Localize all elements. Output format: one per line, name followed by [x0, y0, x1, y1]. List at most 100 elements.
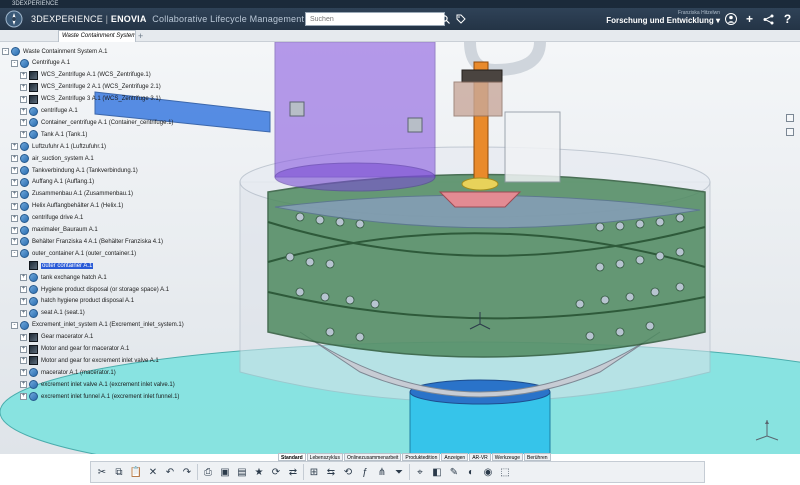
action-tab[interactable]: Berühren	[523, 453, 551, 461]
tree-node[interactable]: - Centrifuge A.1	[11, 58, 70, 69]
open-icon[interactable]: ▤	[235, 465, 249, 479]
tree-node[interactable]: + Auffang A.1 (Auffang.1)	[11, 177, 94, 188]
expand-toggle[interactable]: +	[20, 131, 27, 139]
expand-toggle[interactable]: +	[20, 381, 27, 389]
tree-node[interactable]: - outer_container A.1 (outer_container.1)	[11, 248, 136, 259]
expand-toggle[interactable]: +	[11, 202, 18, 210]
action-tab[interactable]: Werkzeuge	[491, 453, 523, 461]
expand-toggle[interactable]: +	[20, 107, 27, 115]
expand-toggle[interactable]: +	[11, 214, 18, 222]
tree-node[interactable]: + Hygiene product disposal (or storage sp…	[20, 284, 169, 295]
tree-node[interactable]: + tank exchange hatch A.1	[20, 272, 107, 283]
tree-node[interactable]: outer container A.1	[20, 260, 94, 271]
tree-node[interactable]: + Tankverbindung A.1 (Tankverbindung.1)	[11, 165, 138, 176]
expand-toggle[interactable]: +	[20, 369, 27, 377]
tree-node[interactable]: + Behälter Franziska 4 A.1 (Behälter Fran…	[11, 236, 163, 247]
expand-toggle[interactable]: +	[20, 83, 27, 91]
insert-icon[interactable]: ⊞	[307, 465, 321, 479]
compass-icon[interactable]	[3, 8, 25, 30]
tree-node[interactable]: + Zusammenbau A.1 (Zusammenbau.1)	[11, 189, 133, 200]
tree-node[interactable]: + maximaler_Bauraum A.1	[11, 225, 98, 236]
action-tab[interactable]: Standard	[278, 453, 306, 461]
tree-node[interactable]: + Motor and gear for excrement inlet valv…	[20, 355, 159, 366]
paint-icon[interactable]: ✎	[447, 465, 461, 479]
action-tab[interactable]: Anzeigen	[441, 453, 469, 461]
tree-node[interactable]: + Helix Auffangbehälter A.1 (Helix.1)	[11, 201, 123, 212]
sync-icon[interactable]: ⇄	[286, 465, 300, 479]
copy-icon[interactable]: ⧉	[112, 465, 126, 479]
add-icon[interactable]: +	[743, 11, 756, 27]
tree-node[interactable]: + macerator A.1 (macerator.1)	[20, 367, 116, 378]
update-icon[interactable]: ⟲	[341, 465, 355, 479]
expand-toggle[interactable]: +	[20, 393, 27, 401]
expand-toggle[interactable]: +	[20, 274, 27, 282]
expand-toggle[interactable]: +	[11, 226, 18, 234]
capture-icon[interactable]: ⬚	[498, 465, 512, 479]
tree-node[interactable]: + WCS_Zentrifuge 3 A.1 (WCS_Zentrifuge 3.…	[20, 94, 161, 105]
collapse-toggle[interactable]: -	[11, 321, 18, 329]
collaborative-space[interactable]: Forschung und Entwicklung ▾	[606, 16, 720, 26]
view-mode-icon[interactable]	[786, 128, 794, 136]
tree-node[interactable]: + centrifuge drive A.1	[11, 213, 83, 224]
tree-node[interactable]: + hatch hygiene product disposal A.1	[20, 296, 134, 307]
tree-node[interactable]: - Waste Containment System A.1	[2, 46, 107, 57]
add-tab-button[interactable]: +	[138, 30, 143, 42]
search-icon[interactable]	[440, 12, 450, 26]
tree-node[interactable]: + seat A.1 (seat.1)	[20, 308, 85, 319]
paste-icon[interactable]: 📋	[129, 465, 143, 479]
redo-icon[interactable]: ↷	[180, 465, 194, 479]
formula-icon[interactable]: ƒ	[358, 465, 372, 479]
tree-node[interactable]: + Gear macerator A.1	[20, 332, 93, 343]
measure-icon[interactable]: ⌖	[413, 465, 427, 479]
tree-node[interactable]: + Container_centrifuge A.1 (Container_cen…	[20, 117, 173, 128]
tree-node[interactable]: + centrifuge A.1	[20, 106, 78, 117]
action-tab[interactable]: Lebenszyklus	[306, 453, 343, 461]
expand-toggle[interactable]: +	[20, 71, 27, 79]
tree-node[interactable]: - Excrement_inlet_system A.1 (Excrement_i…	[11, 320, 184, 331]
print-icon[interactable]: ⎙	[201, 465, 215, 479]
tab-waste-containment-system[interactable]: Waste Containment System	[58, 30, 136, 42]
section-icon[interactable]: ◧	[430, 465, 444, 479]
delete-icon[interactable]: ✕	[146, 465, 160, 479]
expand-toggle[interactable]: +	[11, 178, 18, 186]
expand-toggle[interactable]: +	[20, 345, 27, 353]
expand-toggle[interactable]: +	[11, 167, 18, 174]
user-profile-icon[interactable]	[724, 11, 737, 27]
expand-toggle[interactable]: +	[20, 357, 27, 365]
hide-icon[interactable]: ◐	[464, 465, 478, 479]
cut-icon[interactable]: ✂	[95, 465, 109, 479]
action-tab[interactable]: Onlinezusammenarbeit	[343, 453, 402, 461]
favorite-icon[interactable]: ★	[252, 465, 266, 479]
expand-toggle[interactable]: +	[11, 143, 18, 151]
expand-toggle[interactable]: +	[20, 95, 27, 103]
show-icon[interactable]: ◉	[481, 465, 495, 479]
search-input[interactable]	[305, 12, 445, 26]
share-icon[interactable]	[762, 11, 775, 27]
expand-toggle[interactable]: +	[20, 333, 27, 341]
filter-icon[interactable]: ⏷	[392, 465, 406, 479]
compass-triad-icon[interactable]	[754, 416, 780, 447]
collapse-toggle[interactable]: -	[2, 48, 9, 55]
help-icon[interactable]: ?	[781, 11, 794, 27]
expand-toggle[interactable]: +	[11, 155, 18, 163]
tree-node[interactable]: + Tank A.1 (Tank.1)	[20, 129, 87, 140]
expand-toggle[interactable]: +	[20, 286, 27, 293]
expand-toggle[interactable]: +	[11, 238, 18, 246]
tree-node[interactable]: + WCS_Zentrifuge A.1 (WCS_Zentrifuge.1)	[20, 70, 151, 81]
tree-node[interactable]: + Luftzufuhr A.1 (Luftzufuhr.1)	[11, 141, 106, 152]
tree-node[interactable]: + WCS_Zentrifuge 2 A.1 (WCS_Zentrifuge 2.…	[20, 82, 161, 93]
fit-all-icon[interactable]	[786, 114, 794, 122]
tree-node[interactable]: + excrement inlet funnel A.1 (excrement i…	[20, 391, 179, 402]
tree-node[interactable]: + excrement inlet valve A.1 (excrement in…	[20, 379, 175, 390]
expand-toggle[interactable]: +	[20, 297, 27, 305]
refresh-icon[interactable]: ⟳	[269, 465, 283, 479]
action-tab[interactable]: AR-VR	[469, 453, 491, 461]
collapse-toggle[interactable]: -	[11, 59, 18, 67]
user-context[interactable]: Franziska Hitzelwn Forschung und Entwick…	[606, 10, 720, 26]
replace-icon[interactable]: ⇆	[324, 465, 338, 479]
tree-icon[interactable]: ⋔	[375, 465, 389, 479]
tag-icon[interactable]	[455, 12, 467, 26]
action-tab[interactable]: Produktedition	[402, 453, 441, 461]
expand-toggle[interactable]: +	[20, 119, 27, 127]
tree-node[interactable]: + Motor and gear for macerator A.1	[20, 344, 129, 355]
